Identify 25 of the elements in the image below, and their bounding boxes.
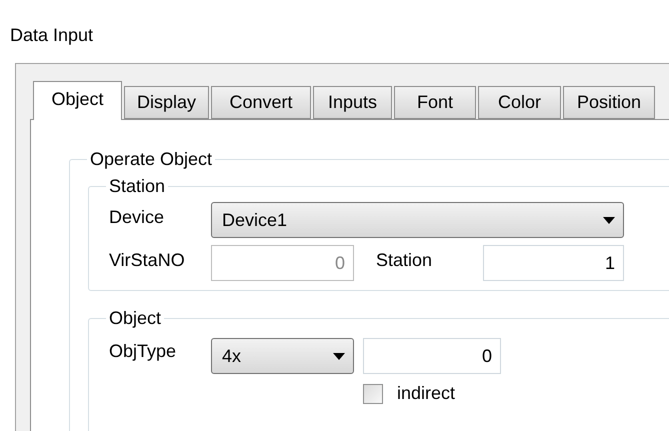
checkbox-label: indirect <box>397 382 456 405</box>
combo-value: Device1 <box>222 208 288 232</box>
tab[interactable]: Convert <box>211 86 311 119</box>
field-label: Device <box>109 206 166 228</box>
dropdown-arrow-icon <box>603 216 615 224</box>
group-label: Station <box>108 175 166 198</box>
input-field[interactable]: 1 <box>483 245 624 281</box>
tab[interactable]: Display <box>124 86 209 119</box>
group-label: Object <box>108 307 162 330</box>
window-title: Data Input <box>9 24 94 47</box>
group-label: Operate Object <box>89 148 214 171</box>
objtype-dropdown[interactable]: 4x <box>211 338 354 374</box>
combo-value: 4x <box>222 344 242 368</box>
dropdown-arrow-icon <box>333 352 345 360</box>
tab[interactable]: Font <box>394 86 476 119</box>
field-label: VirStaNO <box>109 248 186 272</box>
field-label: Station <box>376 248 434 272</box>
device-dropdown[interactable]: Device1 <box>211 202 624 238</box>
checkbox[interactable] <box>363 384 383 404</box>
tab[interactable]: Position <box>563 86 655 119</box>
field-label: ObjType <box>109 340 178 363</box>
tab[interactable]: Color <box>478 86 561 119</box>
tab[interactable]: Object <box>33 81 122 120</box>
input-field[interactable]: 0 <box>363 338 501 374</box>
tab[interactable]: Inputs <box>313 86 392 119</box>
